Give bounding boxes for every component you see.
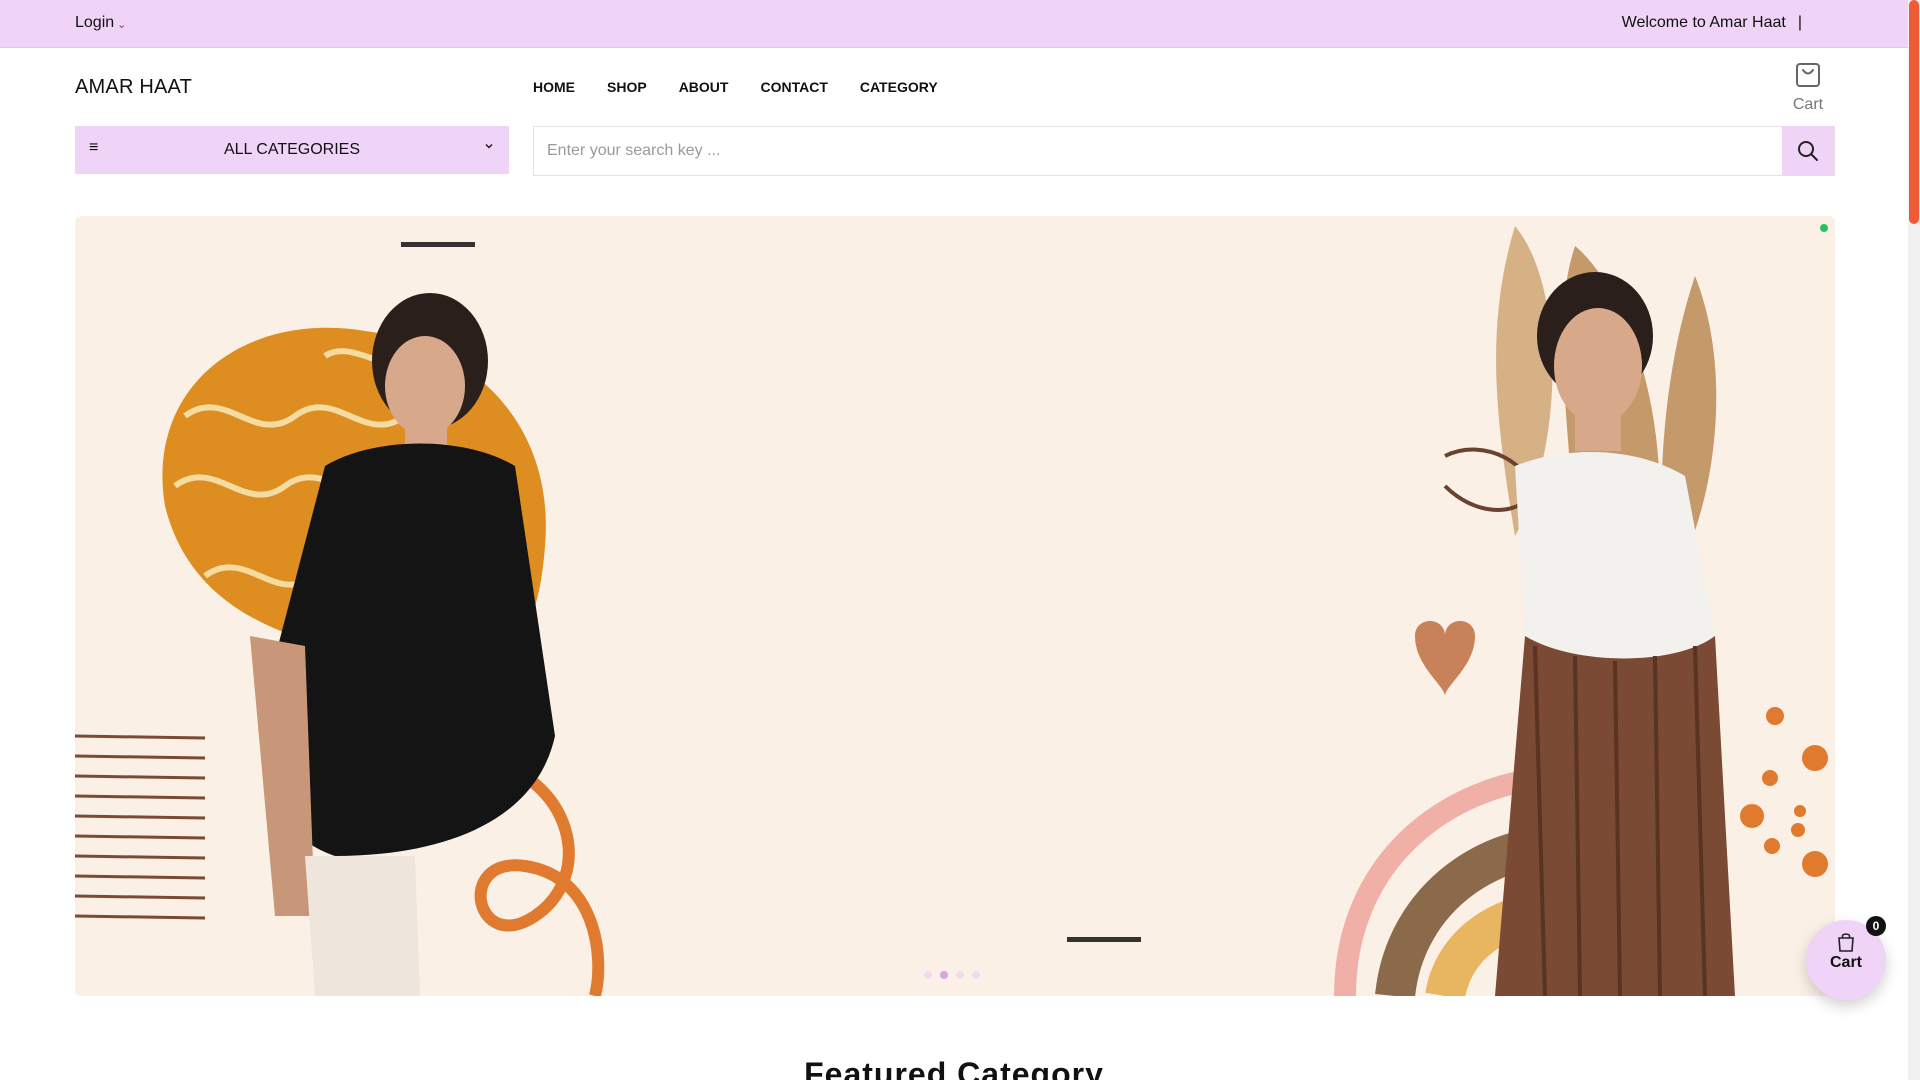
cart-count-badge: 0 bbox=[1866, 916, 1886, 936]
header-cart-button[interactable]: Cart bbox=[1780, 58, 1836, 114]
hero-slider[interactable] bbox=[75, 216, 1835, 996]
welcome-label: Welcome to Amar Haat bbox=[1621, 14, 1786, 31]
brand-logo[interactable]: AMAR HAAT bbox=[75, 76, 192, 99]
search-input[interactable] bbox=[534, 127, 1783, 175]
nav-home[interactable]: HOME bbox=[533, 79, 575, 95]
search-icon bbox=[1798, 141, 1818, 161]
slider-dot-active[interactable] bbox=[940, 971, 948, 979]
all-categories-label: ALL CATEGORIES bbox=[223, 141, 361, 158]
page-scrollbar[interactable] bbox=[1908, 0, 1920, 1080]
shopping-bag-icon bbox=[1796, 63, 1820, 87]
chevron-down-icon bbox=[485, 143, 493, 149]
hamburger-icon: ≡ bbox=[89, 139, 99, 156]
welcome-text: Welcome to Amar Haat | bbox=[1622, 14, 1802, 32]
slider-pagination bbox=[924, 971, 980, 979]
floating-cart-button[interactable]: Cart 0 bbox=[1806, 916, 1886, 1000]
shopping-bag-icon bbox=[1838, 933, 1854, 952]
slider-dot[interactable] bbox=[924, 971, 932, 979]
login-dropdown[interactable]: Login ⌄ bbox=[75, 14, 126, 32]
chevron-down-icon: ⌄ bbox=[117, 19, 127, 31]
search-bar bbox=[533, 126, 1835, 176]
login-label: Login bbox=[75, 14, 115, 31]
search-button[interactable] bbox=[1782, 126, 1834, 176]
hero-banner-image bbox=[75, 226, 1828, 996]
header-cart-label: Cart bbox=[1792, 96, 1824, 113]
slider-dot[interactable] bbox=[956, 971, 964, 979]
floating-cart-label: Cart bbox=[1829, 954, 1862, 971]
nav-shop[interactable]: SHOP bbox=[607, 79, 647, 95]
slider-dot[interactable] bbox=[972, 971, 980, 979]
featured-category-heading: Featured Category bbox=[804, 1056, 1104, 1080]
all-categories-dropdown[interactable]: ≡ ALL CATEGORIES bbox=[75, 126, 509, 174]
nav-about[interactable]: ABOUT bbox=[679, 79, 729, 95]
main-nav: HOME SHOP ABOUT CONTACT CATEGORY bbox=[533, 79, 938, 95]
top-bar: Login ⌄ Welcome to Amar Haat | bbox=[0, 0, 1920, 48]
nav-contact[interactable]: CONTACT bbox=[760, 79, 827, 95]
status-dot bbox=[1820, 224, 1828, 232]
nav-category[interactable]: CATEGORY bbox=[860, 79, 938, 95]
welcome-separator: | bbox=[1797, 14, 1802, 31]
scrollbar-thumb[interactable] bbox=[1909, 0, 1919, 224]
